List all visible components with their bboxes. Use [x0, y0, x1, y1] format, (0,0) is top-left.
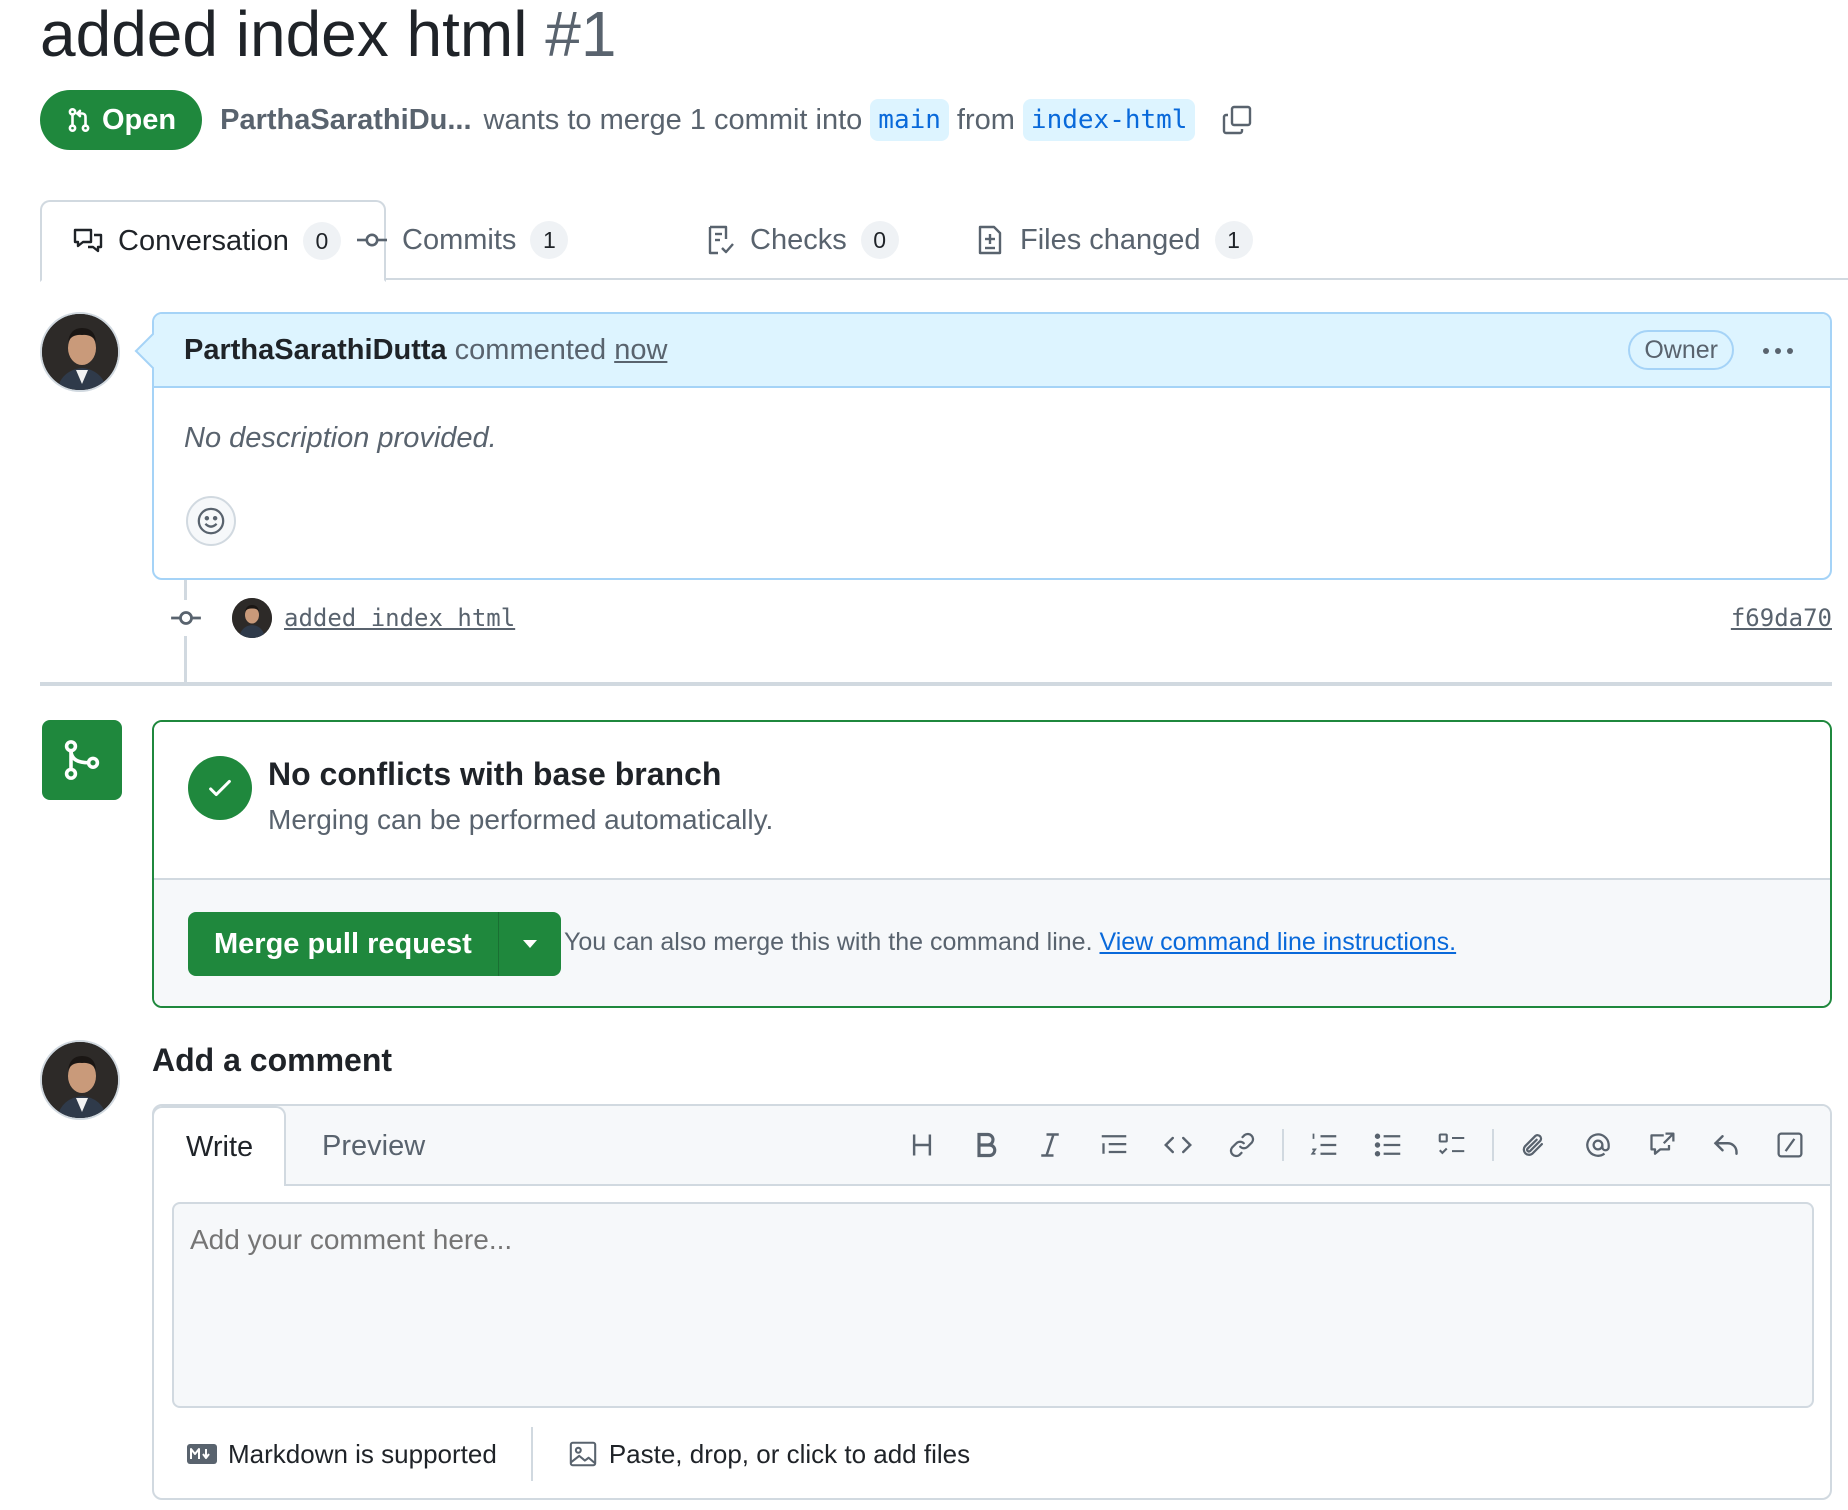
markdown-supported-link[interactable]: Markdown is supported: [186, 1439, 497, 1470]
attach-files-button[interactable]: Paste, drop, or click to add files: [567, 1439, 970, 1470]
attach-files-note: Paste, drop, or click to add files: [608, 1438, 971, 1469]
markdown-note: Markdown is supported: [228, 1438, 497, 1469]
cross-reference-icon[interactable]: [1630, 1120, 1694, 1170]
pr-tabs: Conversation 0 Commits 1 Checks 0 Files …: [40, 200, 1848, 282]
git-pull-request-icon: [66, 106, 92, 134]
avatar[interactable]: [40, 1040, 120, 1120]
kebab-horizontal-icon[interactable]: [1760, 336, 1796, 366]
tab-counter: 1: [530, 221, 569, 259]
merge-box: No conflicts with base branch Merging ca…: [152, 720, 1832, 1008]
pr-title: added index html #1: [40, 0, 616, 74]
heading-icon[interactable]: [890, 1120, 954, 1170]
avatar[interactable]: [40, 312, 120, 392]
tab-label: Checks: [750, 223, 847, 256]
tab-label: Conversation: [118, 224, 289, 257]
tab-counter: 1: [1214, 221, 1253, 259]
owner-badge: Owner: [1628, 330, 1734, 370]
copy-branch-button[interactable]: [1217, 100, 1257, 140]
paperclip-icon[interactable]: [1502, 1120, 1566, 1170]
tab-checks[interactable]: Checks 0: [704, 200, 899, 280]
timeline-divider: [40, 682, 1832, 686]
unordered-list-icon[interactable]: [1356, 1120, 1420, 1170]
pr-author-link[interactable]: ParthaSarathiDu...: [220, 104, 471, 137]
comment-author[interactable]: ParthaSarathiDutta: [184, 334, 447, 367]
state-label: Open: [102, 103, 177, 136]
avatar[interactable]: [232, 598, 272, 638]
git-commit-icon: [168, 600, 204, 636]
reply-icon[interactable]: [1694, 1120, 1758, 1170]
footer-divider: [530, 1427, 533, 1481]
ordered-list-icon[interactable]: [1292, 1120, 1356, 1170]
merge-button-group: Merge pull request: [188, 912, 561, 976]
timeline-commit: added index html f69da70: [168, 598, 1832, 638]
state-badge: Open: [40, 90, 203, 150]
tab-conversation[interactable]: Conversation 0: [40, 200, 386, 282]
merge-status: No conflicts with base branch Merging ca…: [154, 722, 1830, 880]
commit-message-link[interactable]: added index html: [284, 604, 515, 632]
comment-body: No description provided.: [184, 422, 497, 454]
bold-icon[interactable]: [954, 1120, 1018, 1170]
merge-method-dropdown[interactable]: [499, 912, 561, 976]
merge-actions: Merge pull request You can also merge th…: [154, 880, 1830, 1006]
add-reaction-button[interactable]: [186, 496, 236, 546]
link-icon[interactable]: [1210, 1120, 1274, 1170]
merge-status-title: No conflicts with base branch: [268, 756, 722, 792]
smiley-icon: [196, 506, 226, 536]
tasklist-icon[interactable]: [1420, 1120, 1484, 1170]
editor-footer: Markdown is supported Paste, drop, or cl…: [186, 1426, 970, 1482]
add-comment-heading: Add a comment: [152, 1042, 393, 1078]
merge-description: ParthaSarathiDu... wants to merge 1 comm…: [220, 99, 1203, 141]
italic-icon[interactable]: [1018, 1120, 1082, 1170]
checklist-icon: [704, 224, 736, 256]
pr-description-comment: ParthaSarathiDutta commented now Owner N…: [152, 312, 1832, 580]
git-merge-icon: [42, 720, 122, 800]
toolbar-divider: [1492, 1129, 1494, 1161]
git-commit-icon: [356, 224, 388, 256]
head-branch[interactable]: index-html: [1022, 99, 1196, 141]
tab-label: Commits: [402, 223, 517, 256]
merge-text: wants to merge 1 commit into: [483, 103, 863, 136]
tab-files-changed[interactable]: Files changed 1: [974, 200, 1253, 280]
markdown-icon: [186, 1443, 218, 1465]
comment-editor: Write Preview Add your comment here... M…: [152, 1104, 1832, 1500]
comment-discussion-icon: [72, 225, 104, 257]
file-diff-icon: [974, 224, 1006, 256]
merge-pull-request-button[interactable]: Merge pull request: [188, 912, 499, 976]
merge-status-subtitle: Merging can be performed automatically.: [268, 804, 774, 835]
tab-write[interactable]: Write: [152, 1106, 286, 1186]
command-line-note: You can also merge this with the command…: [564, 928, 1456, 957]
markdown-toolbar: [890, 1120, 1822, 1170]
triangle-down-icon: [522, 940, 537, 948]
command-line-instructions-link[interactable]: View command line instructions.: [1099, 928, 1456, 956]
comment-textarea[interactable]: [172, 1202, 1814, 1408]
copy-icon: [1221, 104, 1253, 136]
image-icon: [567, 1439, 599, 1469]
pr-state-row: Open ParthaSarathiDu... wants to merge 1…: [40, 90, 1257, 150]
tab-commits[interactable]: Commits 1: [356, 200, 569, 280]
tab-counter: 0: [302, 222, 341, 260]
editor-header: Write Preview: [152, 1106, 1830, 1186]
comment-header: ParthaSarathiDutta commented now Owner: [154, 314, 1830, 388]
comment-timestamp[interactable]: now: [614, 334, 667, 367]
code-icon[interactable]: [1146, 1120, 1210, 1170]
tab-counter: 0: [860, 221, 899, 259]
pr-title-text: added index html: [40, 0, 528, 70]
command-line-text: You can also merge this with the command…: [564, 928, 1093, 956]
mention-icon[interactable]: [1566, 1120, 1630, 1170]
pr-number: #1: [545, 0, 617, 70]
from-text: from: [956, 103, 1015, 136]
check-icon: [188, 756, 252, 820]
quote-icon[interactable]: [1082, 1120, 1146, 1170]
commit-sha-link[interactable]: f69da70: [1731, 604, 1832, 632]
tab-preview[interactable]: Preview: [322, 1106, 425, 1186]
toolbar-divider: [1282, 1129, 1284, 1161]
comment-action: commented: [454, 333, 607, 366]
tab-label: Files changed: [1020, 223, 1201, 256]
slash-command-icon[interactable]: [1758, 1120, 1822, 1170]
base-branch[interactable]: main: [870, 99, 949, 141]
